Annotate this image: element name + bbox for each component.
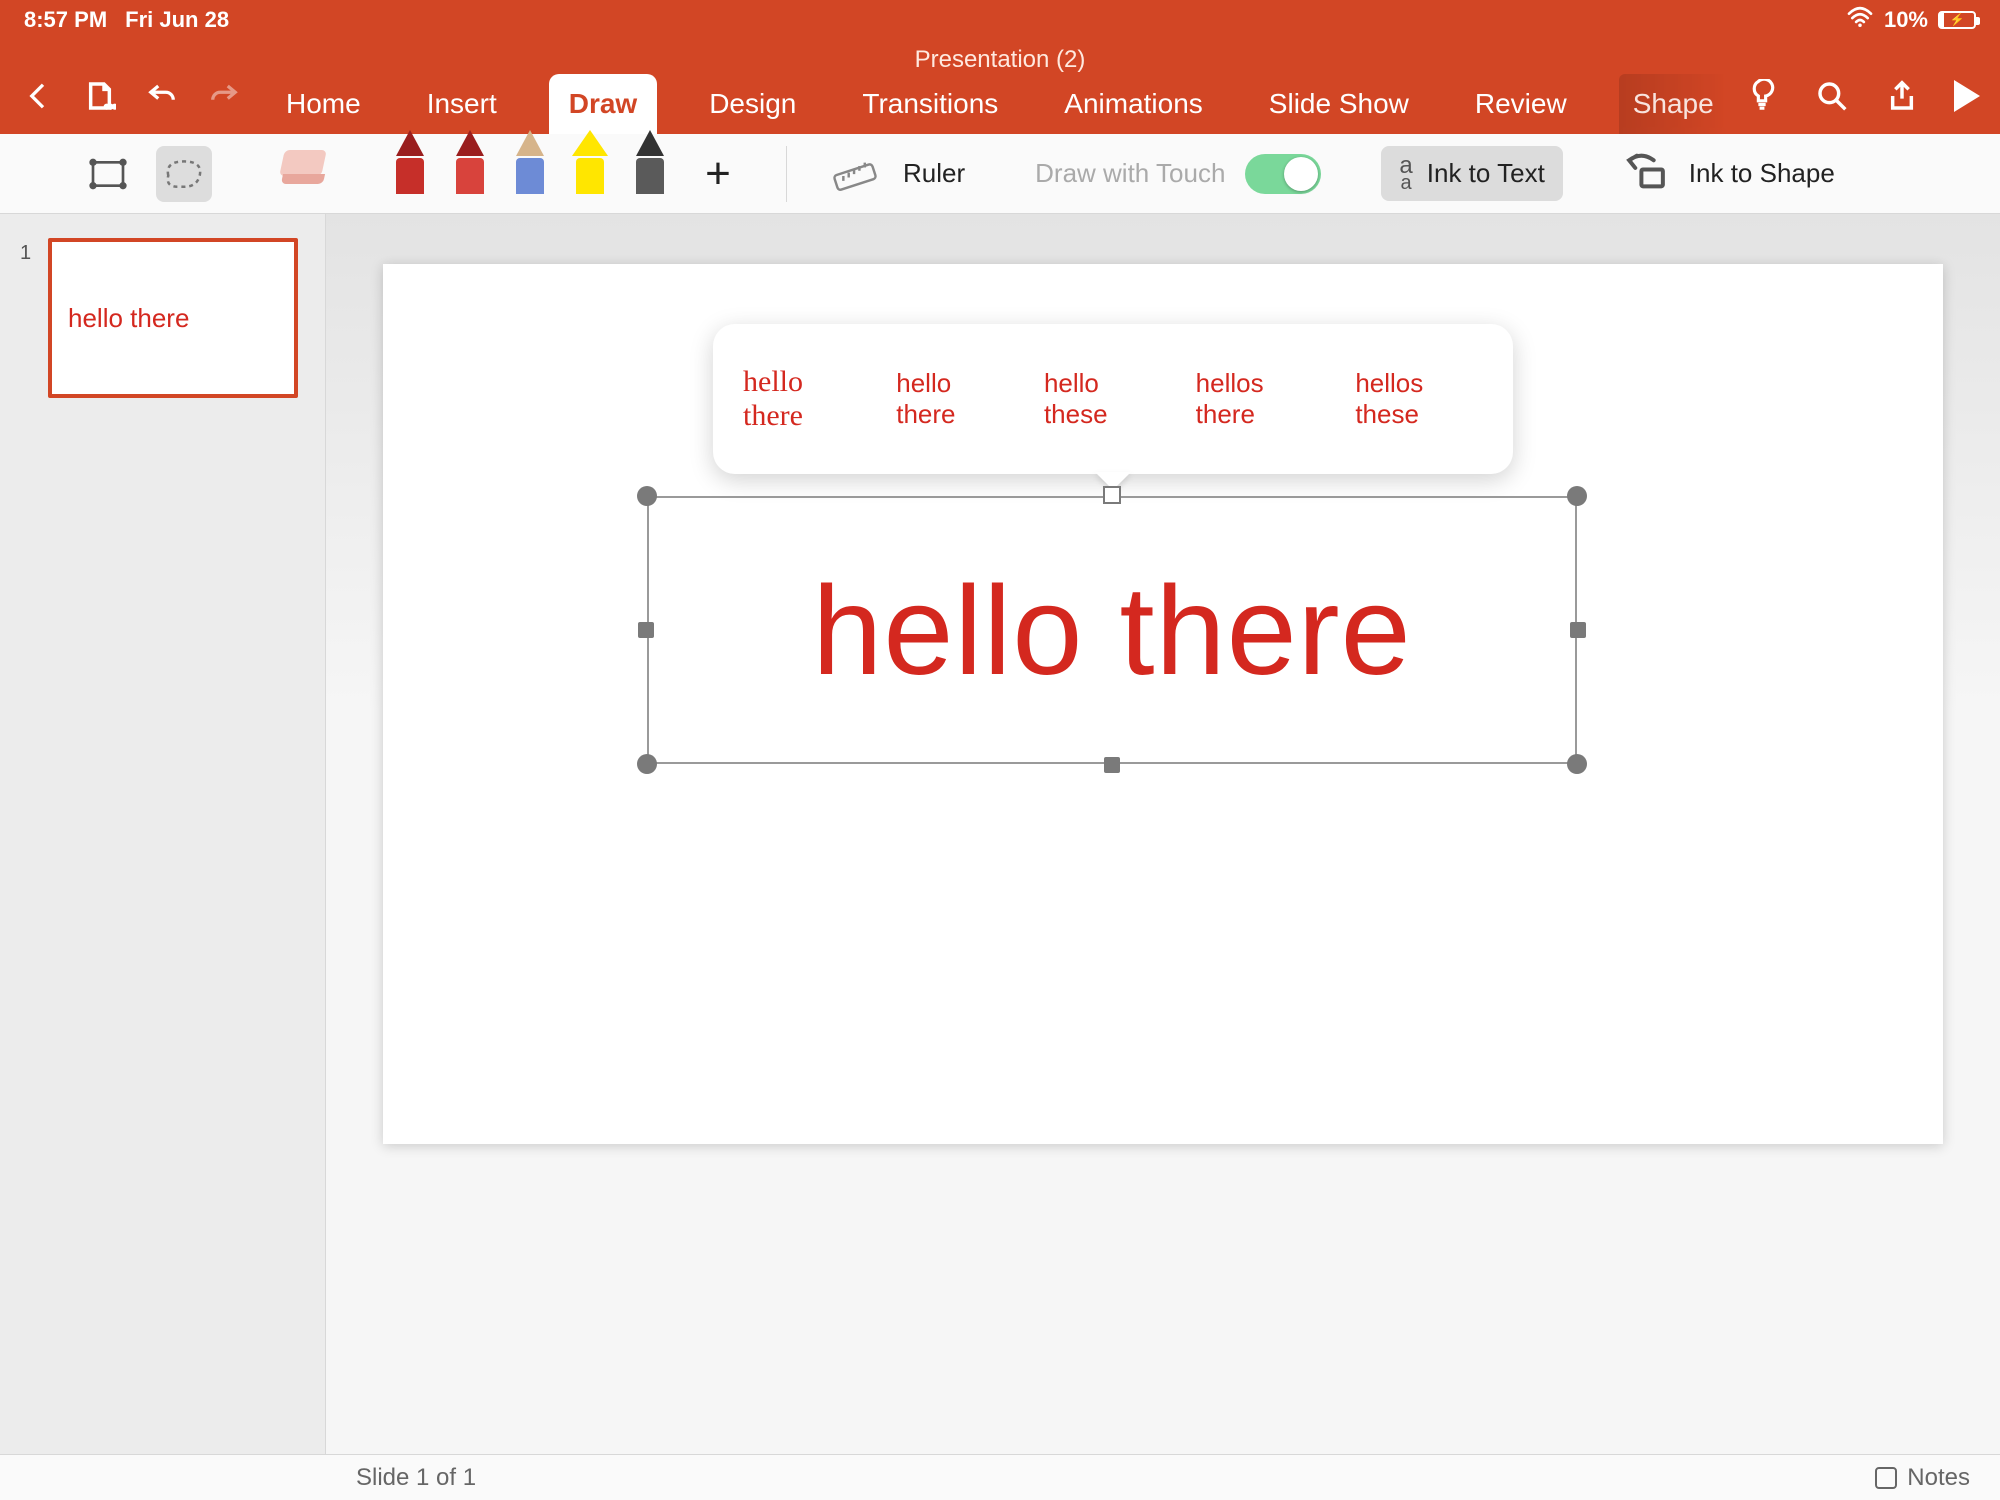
ruler-toggle[interactable]: Ruler bbox=[903, 158, 965, 189]
slide-position-label: Slide 1 of 1 bbox=[356, 1464, 476, 1492]
tab-review[interactable]: Review bbox=[1461, 74, 1581, 134]
tab-insert[interactable]: Insert bbox=[413, 74, 511, 134]
text-box-content[interactable]: hello there bbox=[647, 496, 1577, 764]
thumbnail-number: 1 bbox=[20, 238, 38, 265]
ink-suggestion-1[interactable]: hello there bbox=[896, 368, 1008, 430]
draw-with-touch-toggle[interactable] bbox=[1245, 154, 1321, 194]
ink-suggestion-2[interactable]: hello these bbox=[1044, 368, 1160, 430]
ipad-status-bar: 8:57 PM Fri Jun 28 10% ⚡ bbox=[0, 0, 2000, 40]
tab-animations[interactable]: Animations bbox=[1050, 74, 1217, 134]
pencil-blue[interactable] bbox=[510, 130, 550, 194]
thumbnail-text: hello there bbox=[68, 303, 189, 334]
undo-button[interactable] bbox=[144, 78, 180, 114]
ink-to-text-icon: aa bbox=[1399, 156, 1412, 191]
present-button[interactable] bbox=[1954, 80, 1980, 112]
tab-shape-format[interactable]: Shape bbox=[1619, 74, 1728, 134]
ink-suggestion-popup: hello there hello there hello these hell… bbox=[713, 324, 1513, 474]
pen-red-thin[interactable] bbox=[390, 130, 430, 194]
pen-red-thick[interactable] bbox=[450, 130, 490, 194]
ink-to-text-button[interactable]: aa Ink to Text bbox=[1381, 146, 1562, 201]
tab-draw[interactable]: Draw bbox=[549, 74, 657, 134]
app-header: Presentation (2) Home Insert Draw Design… bbox=[0, 40, 2000, 134]
status-bar-footer: Slide 1 of 1 Notes bbox=[0, 1454, 2000, 1500]
notes-toggle[interactable]: Notes bbox=[1875, 1464, 1970, 1492]
document-title[interactable]: Presentation (2) bbox=[0, 40, 2000, 74]
selected-text-box[interactable]: hello there bbox=[647, 496, 1577, 764]
status-date: Fri Jun 28 bbox=[125, 7, 229, 33]
back-button[interactable] bbox=[20, 78, 56, 114]
eraser-tool[interactable] bbox=[282, 150, 330, 198]
tab-design[interactable]: Design bbox=[695, 74, 810, 134]
draw-toolbar: + Ruler Draw with Touch aa Ink to Text I… bbox=[0, 134, 2000, 214]
ruler-icon bbox=[827, 146, 883, 202]
thumbnail-row[interactable]: 1 hello there bbox=[20, 238, 305, 398]
wifi-icon bbox=[1846, 6, 1874, 34]
slide-canvas-area[interactable]: hello there hello there hello these hell… bbox=[326, 214, 2000, 1454]
ink-to-shape-button[interactable]: Ink to Shape bbox=[1689, 158, 1835, 189]
share-button[interactable] bbox=[1884, 78, 1920, 114]
ribbon-tabs: Home Insert Draw Design Transitions Anim… bbox=[272, 74, 1728, 134]
ink-suggestion-3[interactable]: hellos there bbox=[1196, 368, 1320, 430]
ink-suggestion-4[interactable]: hellos these bbox=[1355, 368, 1483, 430]
ink-original-handwriting[interactable]: hello there bbox=[743, 365, 860, 433]
add-pen-button[interactable]: + bbox=[690, 146, 746, 202]
battery-icon: ⚡ bbox=[1938, 11, 1976, 29]
file-menu-button[interactable] bbox=[82, 78, 118, 114]
pen-black[interactable] bbox=[630, 130, 670, 194]
ink-to-shape-icon bbox=[1623, 150, 1669, 197]
slide-thumbnail-1[interactable]: hello there bbox=[48, 238, 298, 398]
slide[interactable]: hello there hello there hello these hell… bbox=[383, 264, 1943, 1144]
tell-me-button[interactable] bbox=[1744, 78, 1780, 114]
highlighter-yellow[interactable] bbox=[570, 130, 610, 194]
slide-thumbnail-panel[interactable]: 1 hello there bbox=[0, 214, 326, 1454]
draw-with-touch-label: Draw with Touch bbox=[1035, 158, 1225, 189]
status-time: 8:57 PM bbox=[24, 7, 107, 33]
toolbar-divider bbox=[786, 146, 787, 202]
search-button[interactable] bbox=[1814, 78, 1850, 114]
battery-percent: 10% bbox=[1884, 7, 1928, 33]
workspace: 1 hello there hello there hello there he… bbox=[0, 214, 2000, 1454]
ink-to-text-label: Ink to Text bbox=[1427, 158, 1545, 189]
lasso-select-tool[interactable] bbox=[156, 146, 212, 202]
tab-home[interactable]: Home bbox=[272, 74, 375, 134]
redo-button bbox=[206, 78, 242, 114]
tab-slideshow[interactable]: Slide Show bbox=[1255, 74, 1423, 134]
notes-label: Notes bbox=[1907, 1464, 1970, 1492]
tab-transitions[interactable]: Transitions bbox=[848, 74, 1012, 134]
select-objects-tool[interactable] bbox=[80, 146, 136, 202]
notes-icon bbox=[1875, 1467, 1897, 1489]
